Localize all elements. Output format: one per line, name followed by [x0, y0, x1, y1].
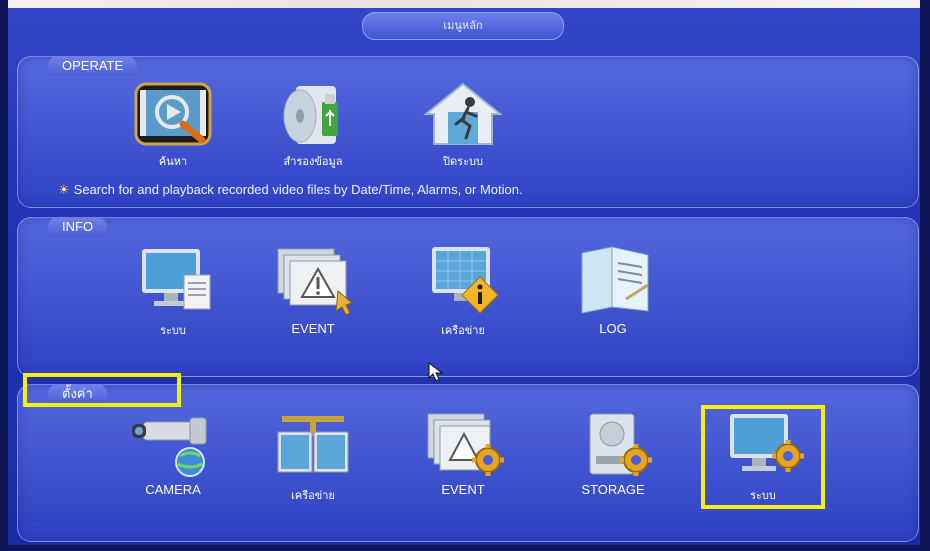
search-playback-icon [128, 80, 218, 150]
info-item-system-label: ระบบ [160, 325, 186, 337]
event-info-icon [268, 245, 358, 316]
monitor-bezel-bottom [0, 545, 930, 551]
info-item-event-label: EVENT [291, 321, 335, 336]
network-info-icon [418, 245, 508, 315]
highlight-box-setting-tab [23, 373, 181, 407]
info-item-network[interactable]: เครือข่าย [408, 245, 518, 339]
mouse-cursor-icon [428, 361, 444, 386]
monitor-bezel-right [920, 0, 930, 551]
lightbulb-icon: ☀ [58, 182, 70, 197]
info-item-log-label: LOG [599, 321, 627, 336]
operate-item-search[interactable]: ค้นหา [118, 80, 228, 170]
operate-item-shutdown-label: ปิดระบบ [443, 156, 483, 168]
backup-icon [268, 80, 358, 150]
setting-item-event[interactable]: EVENT [408, 410, 518, 497]
storage-settings-icon [568, 410, 658, 480]
setting-item-storage-label: STORAGE [581, 482, 645, 497]
log-icon [568, 245, 658, 315]
dvr-main-menu-screen: เมนูหลัก OPERATE ค้นหา สำรองข้อมูล ปิดระ… [0, 0, 930, 551]
operate-tab-label: OPERATE [48, 56, 138, 76]
setting-item-storage[interactable]: STORAGE [558, 410, 668, 497]
event-settings-icon [418, 410, 508, 480]
info-item-log[interactable]: LOG [558, 245, 668, 336]
info-item-system[interactable]: ระบบ [118, 245, 228, 339]
info-tab-label: INFO [48, 217, 108, 237]
info-item-network-label: เครือข่าย [441, 325, 485, 337]
operate-hint-text: Search for and playback recorded video f… [73, 182, 523, 197]
monitor-bezel-left [0, 0, 8, 551]
operate-item-shutdown[interactable]: ปิดระบบ [408, 80, 518, 170]
setting-item-camera-label: CAMERA [145, 482, 201, 497]
operate-item-search-label: ค้นหา [158, 156, 188, 168]
setting-item-network-label: เครือข่าย [291, 490, 335, 502]
camera-settings-icon [128, 410, 218, 480]
info-item-event[interactable]: EVENT [258, 245, 368, 336]
network-settings-icon [268, 410, 358, 480]
setting-item-camera[interactable]: CAMERA [118, 410, 228, 497]
setting-item-event-label: EVENT [441, 482, 485, 497]
system-info-icon [128, 245, 218, 315]
window-title: เมนูหลัก [362, 12, 564, 40]
highlight-box-system-settings [701, 405, 825, 509]
operate-hint: ☀ Search for and playback recorded video … [58, 182, 523, 198]
shutdown-icon [418, 80, 508, 150]
monitor-bezel-top [0, 0, 930, 8]
operate-item-backup[interactable]: สำรองข้อมูล [258, 80, 368, 170]
operate-item-backup-label: สำรองข้อมูล [283, 156, 343, 168]
setting-item-network[interactable]: เครือข่าย [258, 410, 368, 504]
